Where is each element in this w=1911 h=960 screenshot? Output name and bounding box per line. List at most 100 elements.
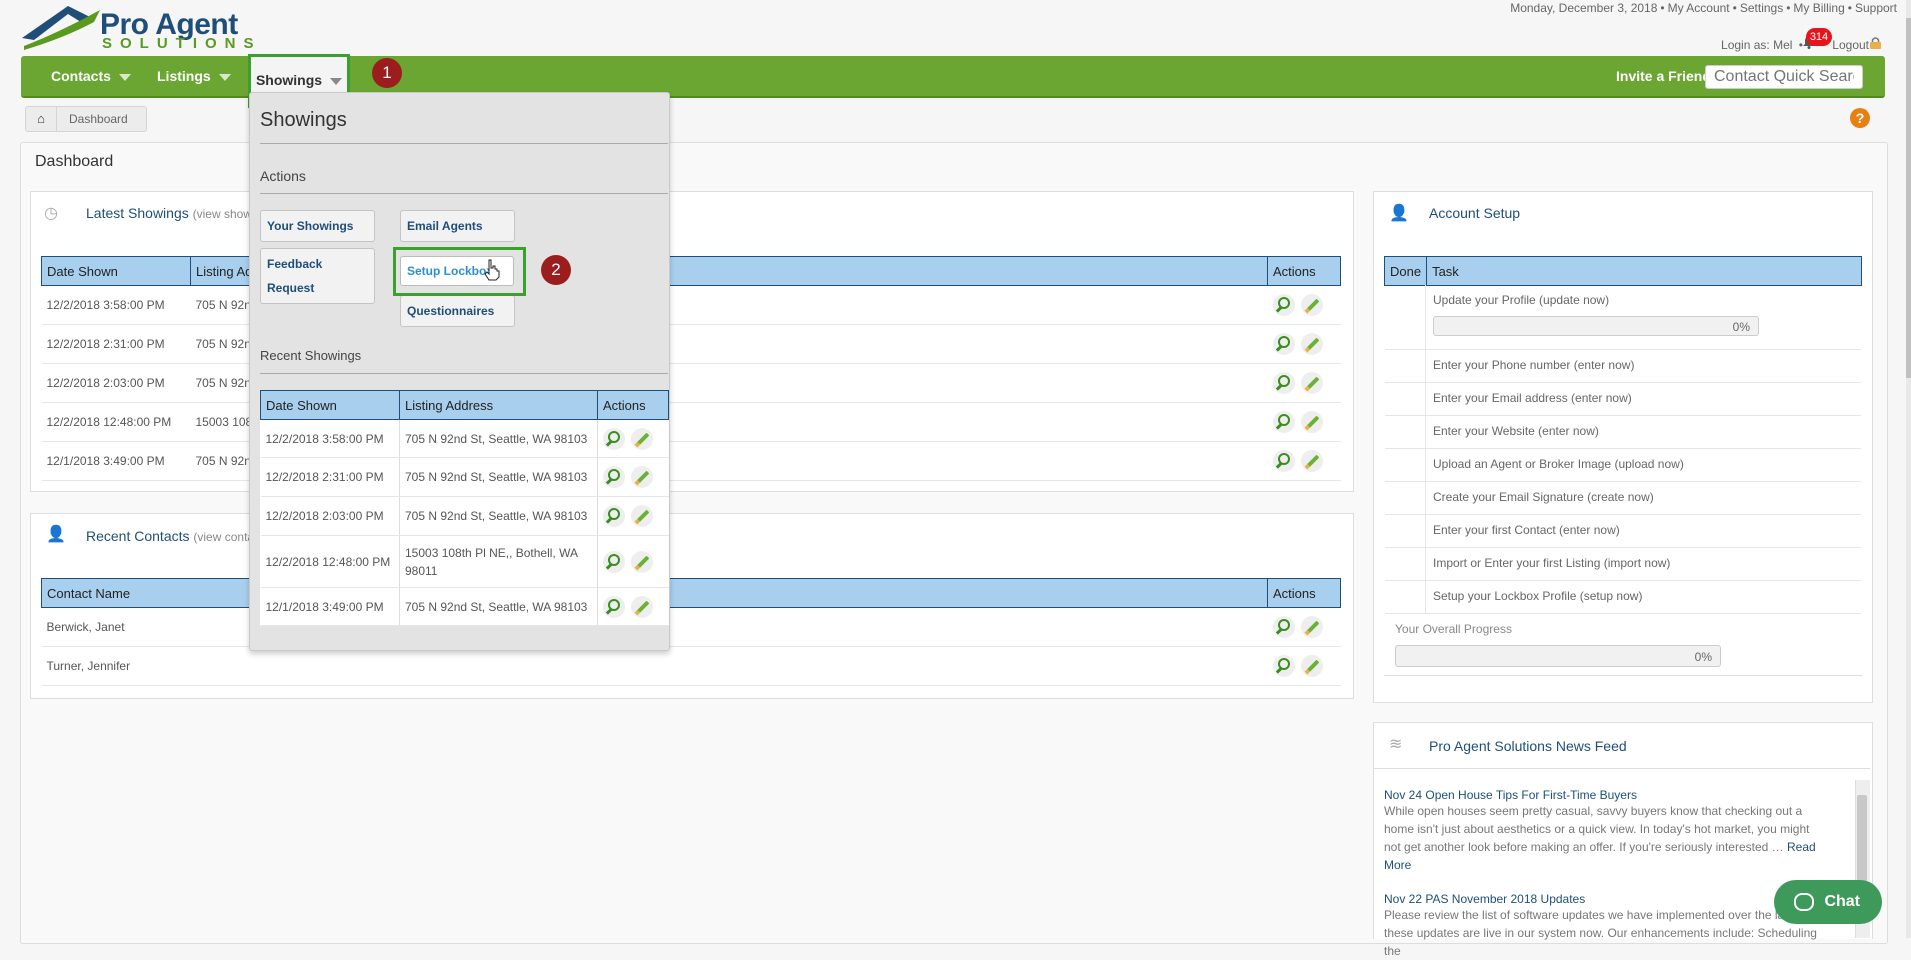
latest-showings-title: Latest Showings (view show xyxy=(86,205,252,221)
hand-cursor-icon xyxy=(484,259,500,281)
your-showings-button[interactable]: Your Showings xyxy=(260,210,375,242)
feed-icon: ≋ xyxy=(1389,736,1403,753)
view-icon[interactable] xyxy=(1272,372,1295,394)
edit-icon[interactable] xyxy=(631,466,653,488)
invite-friend-link[interactable]: Invite a Friend xyxy=(1616,56,1711,96)
task-label[interactable]: Update your Profile (update now) xyxy=(1433,285,1609,315)
edit-icon[interactable] xyxy=(631,505,653,527)
done-cell xyxy=(1385,547,1426,580)
column-header[interactable]: Date Shown xyxy=(41,256,191,286)
view-icon[interactable] xyxy=(603,466,625,488)
column-header: Task xyxy=(1426,256,1862,286)
home-icon[interactable]: ⌂ xyxy=(26,107,57,131)
setup-task-row: Enter your Phone number (enter now) xyxy=(1385,349,1861,383)
login-as: Login as: Mel xyxy=(1721,38,1793,52)
breadcrumb: ⌂ Dashboard xyxy=(25,106,147,132)
logo[interactable]: Pro Agent SOLUTIONS xyxy=(20,2,280,52)
task-label[interactable]: Setup your Lockbox Profile (setup now) xyxy=(1433,580,1642,613)
news-item: Nov 22 PAS November 2018 Updates Please … xyxy=(1384,892,1824,960)
my-billing-link[interactable]: My Billing xyxy=(1793,1,1844,15)
edit-icon[interactable] xyxy=(631,427,653,450)
nav-listings[interactable]: Listings xyxy=(157,56,231,96)
view-icon[interactable] xyxy=(1272,655,1295,677)
page-scrollbar-thumb[interactable] xyxy=(1906,18,1911,378)
settings-link[interactable]: Settings xyxy=(1740,1,1783,15)
news-headline[interactable]: Nov 22 PAS November 2018 Updates xyxy=(1384,892,1824,906)
dropdown-title: Showings xyxy=(260,109,347,131)
recent-contacts-table: Contact Name Actions Berwick, Janet Turn… xyxy=(41,578,1341,686)
step-marker-1: 1 xyxy=(372,58,402,88)
help-icon[interactable]: ? xyxy=(1850,108,1870,128)
task-label[interactable]: Enter your first Contact (enter now) xyxy=(1433,514,1620,547)
view-icon[interactable] xyxy=(603,505,625,527)
address-cell: 705 N 92nd St, Seattle, WA 98103 xyxy=(399,496,598,536)
logout-link[interactable]: Logout xyxy=(1832,38,1869,52)
my-account-link[interactable]: My Account xyxy=(1668,1,1730,15)
table-row: 12/1/2018 3:49:00 PM 705 N 92nd xyxy=(41,441,1341,481)
view-contacts-link[interactable]: (view conta xyxy=(193,530,254,544)
request-label: Request xyxy=(267,281,315,295)
view-icon[interactable] xyxy=(1272,450,1295,472)
date-cell: 12/2/2018 2:03:00 PM xyxy=(260,496,400,536)
view-icon[interactable] xyxy=(603,595,625,618)
edit-icon[interactable] xyxy=(1300,411,1323,433)
feedback-request-button[interactable]: Feedback Request xyxy=(260,248,375,304)
table-row: 12/2/2018 2:03:00 PM 705 N 92nd xyxy=(41,363,1341,403)
view-icon[interactable] xyxy=(603,550,625,573)
profile-progress-bar: 0% xyxy=(1433,316,1759,336)
setup-task-row: Upload an Agent or Broker Image (upload … xyxy=(1385,448,1861,482)
email-agents-button[interactable]: Email Agents xyxy=(400,210,515,242)
nav-contacts[interactable]: Contacts xyxy=(51,56,131,96)
done-cell xyxy=(1385,514,1426,547)
news-body: Please review the list of software updat… xyxy=(1384,908,1819,958)
recent-showings-label: Recent Showings xyxy=(260,348,362,363)
column-header: Actions xyxy=(597,390,669,420)
news-headline[interactable]: Nov 24 Open House Tips For First-Time Bu… xyxy=(1384,788,1824,802)
task-label[interactable]: Create your Email Signature (create now) xyxy=(1433,481,1654,514)
view-icon[interactable] xyxy=(1272,333,1295,355)
breadcrumb-dashboard[interactable]: Dashboard xyxy=(57,107,146,131)
task-label[interactable]: Upload an Agent or Broker Image (upload … xyxy=(1433,448,1684,481)
chat-button[interactable]: Chat xyxy=(1774,880,1882,924)
address-cell: 15003 108th Pl NE,, Bothell, WA 98011 xyxy=(399,535,598,588)
questionnaires-button[interactable]: Questionnaires xyxy=(400,295,515,327)
edit-icon[interactable] xyxy=(1300,372,1323,394)
view-icon[interactable] xyxy=(603,427,625,450)
page-title: Dashboard xyxy=(35,153,114,170)
edit-icon[interactable] xyxy=(1300,655,1323,677)
column-header: Done xyxy=(1383,256,1428,286)
column-header: Actions xyxy=(1267,578,1341,608)
edit-icon[interactable] xyxy=(1300,333,1323,355)
table-row: Berwick, Janet xyxy=(41,607,1341,647)
support-link[interactable]: Support xyxy=(1855,1,1897,15)
edit-icon[interactable] xyxy=(1300,294,1323,316)
task-label[interactable]: Import or Enter your first Listing (impo… xyxy=(1433,547,1670,580)
date-cell: 12/1/2018 3:49:00 PM xyxy=(41,441,191,481)
done-cell xyxy=(1385,285,1426,349)
divider xyxy=(1374,768,1870,769)
edit-icon[interactable] xyxy=(631,550,653,573)
setup-task-row: Enter your Website (enter now) xyxy=(1385,415,1861,449)
table-row: 12/2/2018 12:48:00 PM 15003 108th Pl NE,,… xyxy=(260,535,669,588)
latest-showings-table: Date Shown Listing Addr Actions 12/2/201… xyxy=(41,256,1341,481)
edit-icon[interactable] xyxy=(1300,450,1323,472)
edit-icon[interactable] xyxy=(1300,616,1323,638)
done-cell xyxy=(1385,481,1426,514)
date-cell: 12/2/2018 2:31:00 PM xyxy=(41,324,191,364)
task-label[interactable]: Enter your Email address (enter now) xyxy=(1433,382,1632,415)
column-header[interactable]: Date Shown xyxy=(260,390,400,420)
view-icon[interactable] xyxy=(1272,411,1295,433)
contact-name-cell[interactable]: Turner, Jennifer xyxy=(41,646,1268,686)
view-icon[interactable] xyxy=(1272,616,1295,638)
address-cell: 705 N 92nd St, Seattle, WA 98103 xyxy=(399,587,598,626)
date-cell: 12/1/2018 3:49:00 PM xyxy=(260,587,400,626)
task-label[interactable]: Enter your Website (enter now) xyxy=(1433,415,1599,448)
table-row: Turner, Jennifer xyxy=(41,646,1341,686)
task-label[interactable]: Enter your Phone number (enter now) xyxy=(1433,349,1634,382)
view-showings-link[interactable]: (view show xyxy=(193,207,252,221)
column-header[interactable]: Listing Address xyxy=(399,390,598,420)
contact-quick-search-input[interactable] xyxy=(1705,65,1863,89)
view-icon[interactable] xyxy=(1272,294,1295,316)
edit-icon[interactable] xyxy=(631,595,653,618)
notification-badge[interactable]: 314 xyxy=(1806,28,1832,46)
